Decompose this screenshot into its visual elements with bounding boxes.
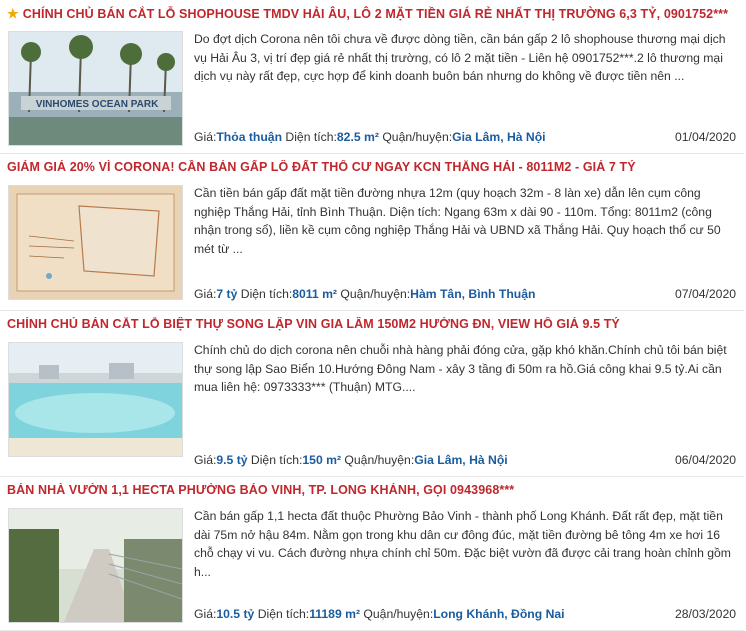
price-value: Thỏa thuận bbox=[216, 130, 283, 144]
listing-title-link[interactable]: GIẢM GIÁ 20% VÌ CORONA! CẦN BÁN GẤP LÔ Đ… bbox=[7, 160, 740, 174]
district-label: Quận/huyện: bbox=[382, 130, 453, 144]
price-label: Giá: bbox=[194, 287, 217, 301]
price-label: Giá: bbox=[194, 453, 217, 467]
price-label: Giá: bbox=[194, 130, 217, 144]
listing-meta: Giá:9.5 tỷ Diện tích:150 m² Quận/huyện:G… bbox=[194, 453, 736, 467]
listing-meta: Giá:7 tỷ Diện tích:8011 m² Quận/huyện:Hà… bbox=[194, 287, 736, 301]
listing-description: Do đợt dịch Corona nên tôi chưa về được … bbox=[194, 32, 726, 83]
district-label: Quận/huyện: bbox=[340, 287, 411, 301]
listing-thumbnail[interactable]: VINHOMES OCEAN PARK bbox=[8, 31, 183, 146]
district-value: Hàm Tân, Bình Thuận bbox=[410, 287, 536, 301]
area-label: Diện tích: bbox=[240, 287, 293, 301]
district-value: Long Khánh, Đồng Nai bbox=[433, 607, 565, 621]
list-item: CHÍNH CHỦ BÁN CẮT LỖ BIỆT THỰ SONG LẬP V… bbox=[0, 311, 744, 477]
list-item: ★ CHÍNH CHỦ BÁN CẮT LỖ SHOPHOUSE TMDV HẢI… bbox=[0, 0, 744, 154]
listing-meta: Giá:10.5 tỷ Diện tích:11189 m² Quận/huyệ… bbox=[194, 607, 736, 621]
listing-meta: Giá:Thỏa thuận Diện tích:82.5 m² Quận/hu… bbox=[194, 130, 736, 144]
area-value: 11189 m² bbox=[309, 607, 361, 621]
area-value: 82.5 m² bbox=[336, 130, 379, 144]
district-label: Quận/huyện: bbox=[344, 453, 415, 467]
area-label: Diện tích: bbox=[250, 453, 303, 467]
listing-date: 07/04/2020 bbox=[675, 287, 736, 301]
list-item: GIẢM GIÁ 20% VÌ CORONA! CẦN BÁN GẤP LÔ Đ… bbox=[0, 154, 744, 311]
area-label: Diện tích: bbox=[285, 130, 337, 144]
district-value: Gia Lâm, Hà Nội bbox=[414, 453, 508, 467]
price-value: 7 tỷ bbox=[216, 287, 238, 301]
listing-thumbnail[interactable] bbox=[8, 508, 183, 623]
listing-description: Chính chủ do dịch corona nên chuỗi nhà h… bbox=[194, 343, 727, 394]
listing-date: 28/03/2020 bbox=[675, 607, 736, 621]
area-label: Diện tích: bbox=[257, 607, 310, 621]
price-label: Giá: bbox=[194, 607, 217, 621]
listing-title-text[interactable]: CHÍNH CHỦ BÁN CẮT LỖ SHOPHOUSE TMDV HẢI … bbox=[23, 7, 728, 21]
listing-date: 01/04/2020 bbox=[675, 130, 736, 144]
district-label: Quận/huyện: bbox=[363, 607, 434, 621]
price-value: 10.5 tỷ bbox=[216, 607, 255, 621]
listing-thumbnail[interactable] bbox=[8, 342, 183, 457]
listing-title-link[interactable]: BÁN NHÀ VƯỜN 1,1 HECTA PHƯỜNG BẢO VINH, … bbox=[7, 483, 740, 497]
district-value: Gia Lâm, Hà Nội bbox=[452, 130, 546, 144]
listing-description: Cần tiền bán gấp đất mặt tiền đường nhựa… bbox=[194, 186, 721, 256]
listing-list: ★ CHÍNH CHỦ BÁN CẮT LỖ SHOPHOUSE TMDV HẢI… bbox=[0, 0, 744, 631]
list-item: BÁN NHÀ VƯỜN 1,1 HECTA PHƯỜNG BẢO VINH, … bbox=[0, 477, 744, 631]
listing-thumbnail[interactable] bbox=[8, 185, 183, 300]
listing-description: Cần bán gấp 1,1 hecta đất thuộc Phường B… bbox=[194, 509, 731, 579]
area-value: 8011 m² bbox=[292, 287, 337, 301]
price-value: 9.5 tỷ bbox=[216, 453, 248, 467]
thumb-sign-text: VINHOMES OCEAN PARK bbox=[36, 99, 159, 110]
star-icon: ★ bbox=[7, 6, 19, 21]
listing-title-link[interactable]: ★ CHÍNH CHỦ BÁN CẮT LỖ SHOPHOUSE TMDV HẢI… bbox=[7, 6, 740, 22]
listing-title-link[interactable]: CHÍNH CHỦ BÁN CẮT LỖ BIỆT THỰ SONG LẬP V… bbox=[7, 317, 740, 331]
area-value: 150 m² bbox=[302, 453, 342, 467]
listing-date: 06/04/2020 bbox=[675, 453, 736, 467]
